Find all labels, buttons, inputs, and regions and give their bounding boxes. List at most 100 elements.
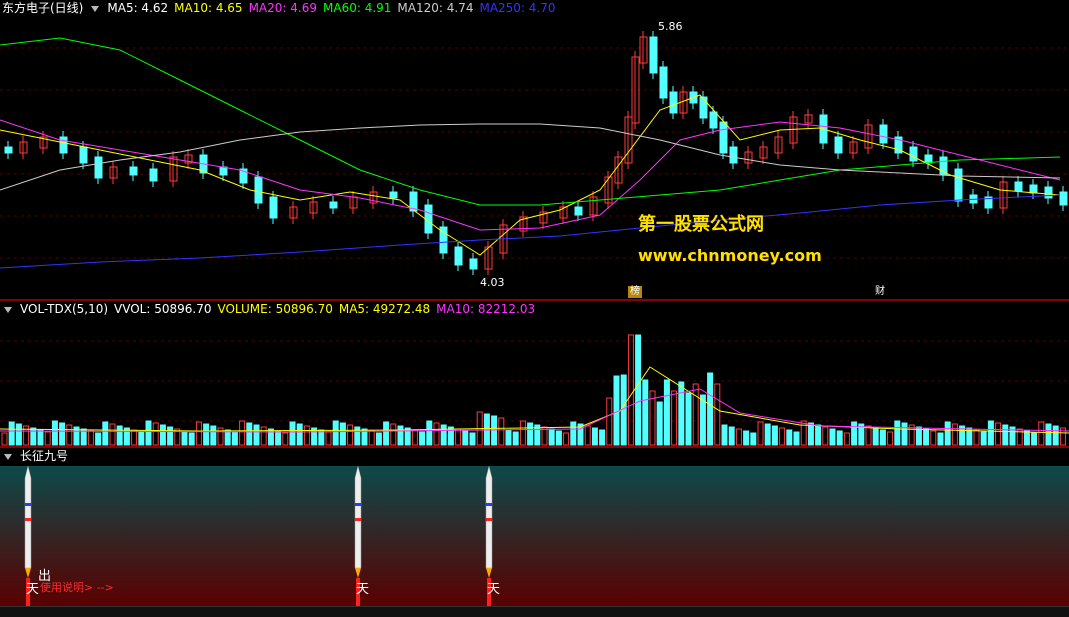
candle-body (1014, 181, 1023, 192)
ma250-label: MA250: 4.70 (479, 1, 556, 15)
candle-body (329, 201, 338, 209)
volume-bar (152, 422, 159, 446)
candle-body (1044, 186, 1053, 199)
volume-bar (195, 421, 202, 446)
tag-cai[interactable]: 财 (873, 286, 887, 298)
rocket-icon (24, 465, 32, 569)
volume-bar (793, 431, 800, 446)
price-pane[interactable]: 东方电子(日线) MA5: 4.62 MA10: 4.65 MA20: 4.69… (0, 0, 1069, 300)
candlestick-chart[interactable] (0, 0, 1069, 300)
rocket-stripe (355, 503, 361, 506)
volume-bar (671, 390, 678, 446)
rocket-stripe (25, 503, 31, 506)
rocket-stripe (486, 518, 492, 521)
volume-bar (102, 421, 109, 446)
volume-bar (131, 429, 138, 446)
ma20-label: MA20: 4.69 (248, 1, 317, 15)
volume-bar (30, 427, 37, 446)
candle-body (149, 168, 158, 182)
volume-bar (203, 423, 210, 446)
volume-bar (613, 375, 620, 446)
ma10-line (0, 94, 1061, 256)
volume-bar (620, 374, 627, 446)
volume-pane[interactable]: VOL-TDX(5,10) VVOL: 50896.70 VOLUME: 508… (0, 301, 1069, 447)
volume-bar (433, 422, 440, 446)
ma60-label: MA60: 4.91 (323, 1, 392, 15)
volume-bar (339, 422, 346, 446)
candle-body (834, 136, 843, 154)
dropdown-arrow-icon[interactable] (4, 453, 12, 460)
dropdown-arrow-icon[interactable] (91, 5, 100, 12)
volume-bar (656, 401, 663, 446)
ma5-label: MA5: 4.62 (107, 1, 169, 15)
volume-bar (563, 432, 570, 446)
volume-bar (584, 425, 591, 446)
watermark-title: 第一股票公式网 (638, 214, 764, 235)
volume-bar (923, 428, 930, 446)
candle-body (659, 66, 668, 99)
volume-bar (678, 381, 685, 446)
stock-name: 东方电子(日线) (2, 1, 84, 15)
signal-chart[interactable] (0, 448, 1069, 606)
volume-bar (354, 426, 361, 446)
volume-bar (325, 431, 332, 446)
rocket-stripe (25, 518, 31, 521)
tag-bang[interactable]: 榜 (628, 286, 642, 298)
volume-label: VOLUME: 50896.70 (217, 302, 333, 316)
volume-bar (721, 424, 728, 446)
rocket-stripe (486, 503, 492, 506)
volume-bar (743, 430, 750, 446)
volume-bar (627, 334, 634, 446)
volume-bar (951, 423, 958, 446)
volume-bar (462, 430, 469, 446)
candle-body (454, 246, 463, 266)
volume-bar (210, 425, 217, 446)
volume-bar (368, 430, 375, 446)
volume-bar (635, 334, 642, 446)
volume-bar (599, 429, 606, 446)
volume-bar (750, 432, 757, 446)
vol-ma10-label: MA10: 82212.03 (436, 302, 536, 316)
volume-chart[interactable] (0, 301, 1069, 447)
volume-bar (1052, 425, 1059, 446)
volume-bar (116, 425, 123, 446)
volume-bar (239, 420, 246, 446)
volume-bar (771, 425, 778, 446)
candle-body (59, 136, 68, 154)
tian-label: 天 (26, 582, 40, 597)
volume-bar (375, 432, 382, 446)
usage-link[interactable]: 使用说明> --> (40, 579, 114, 595)
volume-bar (181, 430, 188, 446)
candle-body (219, 166, 228, 176)
volume-bar (426, 420, 433, 446)
dropdown-arrow-icon[interactable] (4, 306, 12, 313)
candle-body (669, 91, 678, 114)
volume-bar (843, 432, 850, 446)
volume-bar (246, 422, 253, 446)
high-price-label: 5.86 (658, 20, 683, 33)
volume-bar (505, 429, 512, 446)
signal-pane[interactable]: 长征九号 出 天 使用说明> --> 天 天 (0, 448, 1069, 606)
volume-bar (642, 379, 649, 446)
volume-bar (707, 372, 714, 446)
volume-bar (815, 424, 822, 446)
volume-bar (188, 432, 195, 446)
volume-bar (498, 417, 505, 446)
volume-bar (469, 432, 476, 446)
volume-bar (145, 420, 152, 446)
tian-label: 天 (356, 582, 370, 597)
candle-body (924, 154, 933, 164)
rocket-icon (354, 465, 362, 569)
low-price-label: 4.03 (480, 276, 505, 289)
date-axis-strip[interactable] (0, 606, 1069, 617)
volume-bar (865, 425, 872, 446)
candle-body (269, 196, 278, 219)
candle-body (879, 124, 888, 144)
rocket-icon (485, 465, 493, 569)
volume-bar (455, 428, 462, 446)
volume-bar (757, 421, 764, 446)
volume-bar (555, 430, 562, 446)
volume-bar (347, 424, 354, 446)
candle-body (709, 111, 718, 129)
volume-bar (87, 430, 94, 446)
